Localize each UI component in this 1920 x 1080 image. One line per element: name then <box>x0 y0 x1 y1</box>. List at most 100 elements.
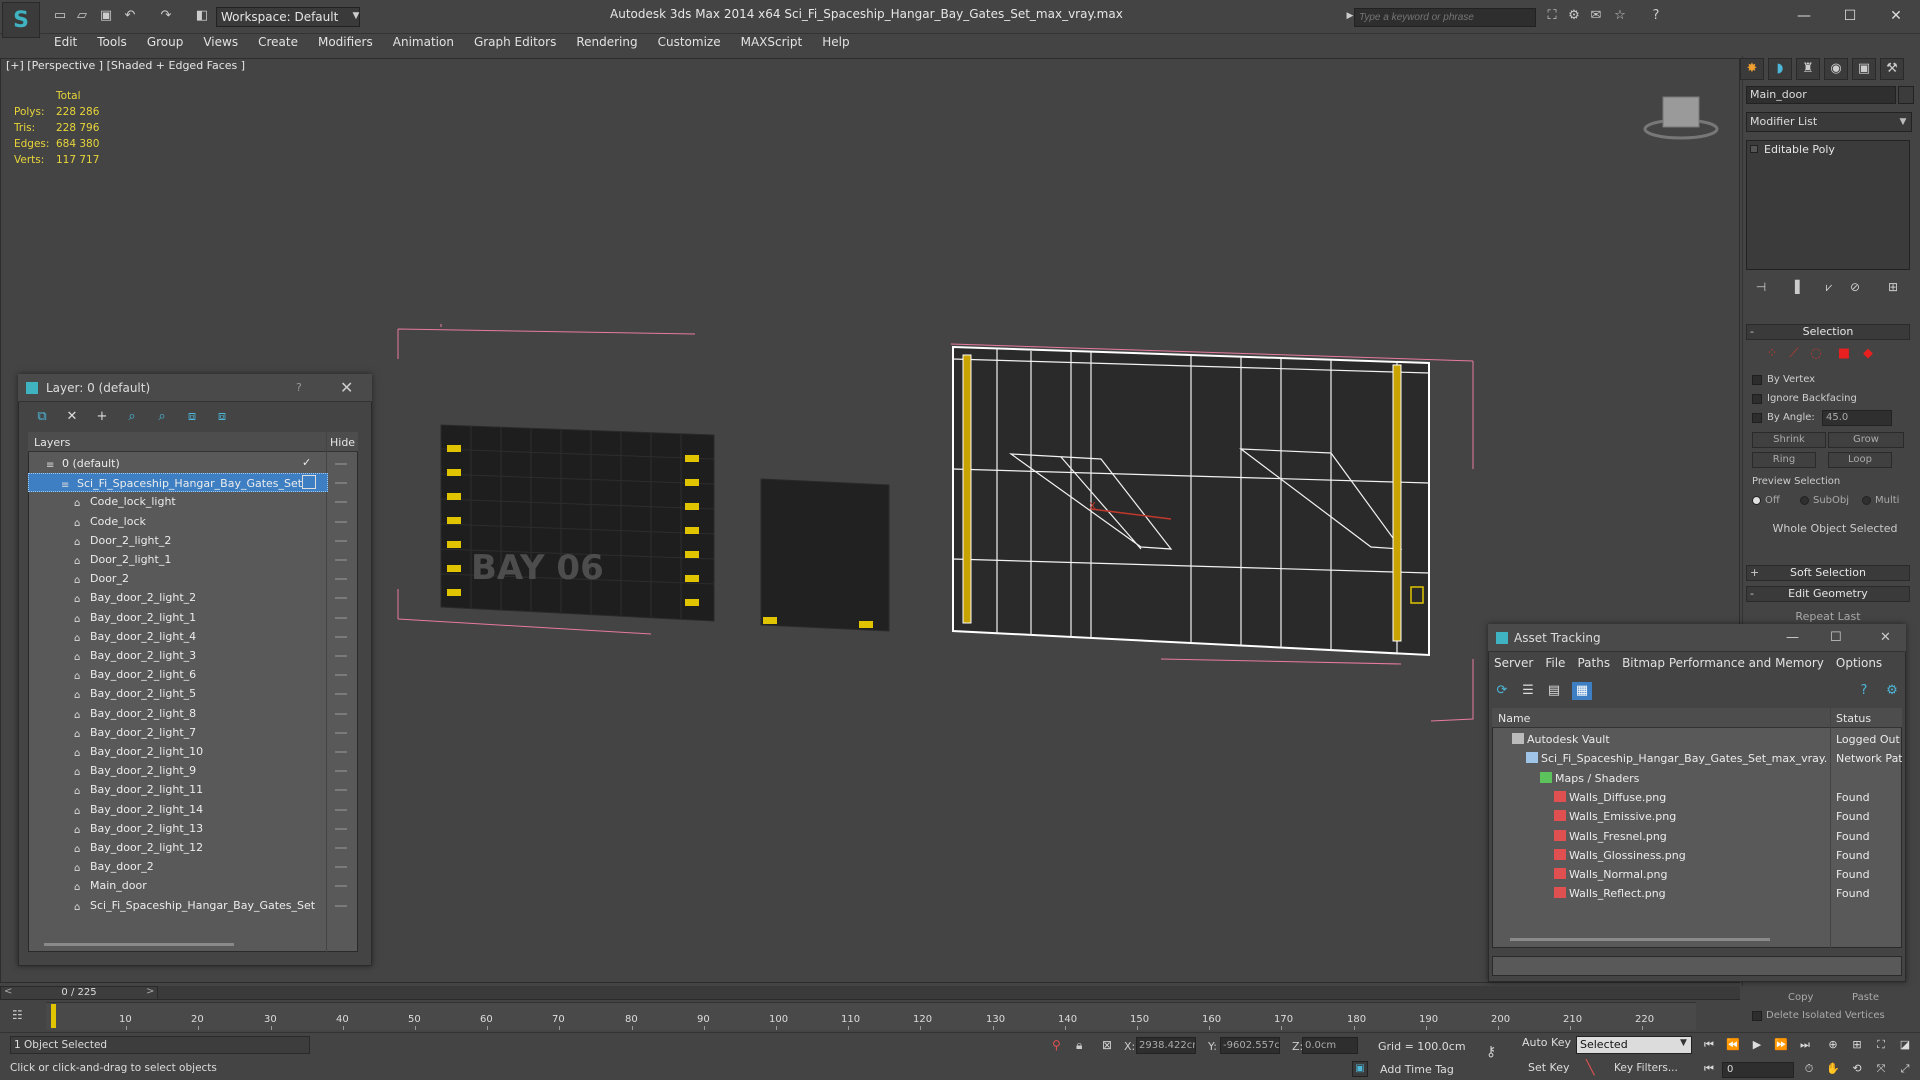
radio[interactable] <box>1800 496 1809 505</box>
field-of-view-icon[interactable]: ◪ <box>1896 1036 1914 1054</box>
hide-toggle[interactable] <box>335 655 347 657</box>
layer-row[interactable]: ⌂ Bay_door_2_light_11 <box>28 780 328 799</box>
checkbox[interactable] <box>1752 1010 1762 1021</box>
layer-row[interactable]: ⌂ Bay_door_2_light_2 <box>28 588 328 607</box>
layer-row[interactable]: ⌂ Door_2_light_1 <box>28 550 328 569</box>
menu-edit[interactable]: Edit <box>44 34 87 54</box>
column-hide[interactable]: Hide <box>330 436 355 449</box>
checkbox[interactable] <box>1752 412 1762 423</box>
expand-icon[interactable]: + <box>1750 566 1759 579</box>
set-key-tool-icon[interactable]: ╲ <box>1586 1060 1594 1076</box>
horizontal-scrollbar[interactable] <box>1510 938 1770 941</box>
hide-toggle[interactable] <box>335 732 347 734</box>
hide-toggle[interactable] <box>335 501 347 503</box>
add-to-layer-icon[interactable]: + <box>92 408 112 426</box>
hide-toggle[interactable] <box>335 674 347 676</box>
column-layers[interactable]: Layers <box>34 436 70 449</box>
hierarchy-tab-icon[interactable]: ♜ <box>1796 58 1820 80</box>
hide-toggle[interactable] <box>335 828 347 830</box>
communication-icon[interactable]: ✉ <box>1588 8 1604 24</box>
project-folder-icon[interactable]: ◧ <box>194 8 210 24</box>
layer-row[interactable]: ≡ Sci_Fi_Spaceship_Hangar_Bay_Gates_Set <box>28 473 328 492</box>
save-icon[interactable]: ▣ <box>98 8 114 24</box>
prev-frame-icon[interactable]: < <box>4 986 12 997</box>
angle-spinner[interactable]: 45.0 <box>1822 410 1892 426</box>
menu-animation[interactable]: Animation <box>383 34 464 54</box>
auto-key-button[interactable]: Auto Key <box>1522 1036 1571 1049</box>
add-time-tag-button[interactable]: Add Time Tag <box>1380 1063 1454 1076</box>
vertex-icon[interactable]: ⁘ <box>1764 346 1780 362</box>
preview-off-radio[interactable]: Off <box>1752 495 1780 506</box>
layer-row[interactable]: ⌂ Bay_door_2_light_9 <box>28 761 328 780</box>
hide-toggle[interactable] <box>335 905 347 907</box>
subscription-icon[interactable]: ⚙ <box>1566 8 1582 24</box>
redo-icon[interactable]: ↷ <box>158 8 174 24</box>
edit-geometry-rollout[interactable]: Edit Geometry <box>1746 586 1910 602</box>
radio[interactable] <box>1752 496 1761 505</box>
absolute-mode-icon[interactable]: ⊠ <box>1102 1038 1112 1052</box>
asset-row[interactable]: Maps / Shaders <box>1540 769 1828 788</box>
current-layer-indicator[interactable] <box>302 475 316 489</box>
paste-button[interactable]: Paste <box>1852 992 1879 1003</box>
layer-row[interactable]: ⌂ Main_door <box>28 876 328 895</box>
by-vertex-checkbox[interactable]: By Vertex <box>1752 374 1815 385</box>
layer-row[interactable]: ⌂ Bay_door_2_light_4 <box>28 627 328 646</box>
hide-toggle[interactable] <box>335 693 347 695</box>
asset-row[interactable]: Walls_Normal.png <box>1554 865 1828 884</box>
checkbox[interactable] <box>1752 374 1762 385</box>
time-tag-icon[interactable]: ▣ <box>1352 1061 1368 1077</box>
favorites-star-icon[interactable]: ☆ <box>1612 8 1628 24</box>
help-icon[interactable]: ? <box>1648 8 1664 24</box>
minimize-button[interactable]: — <box>1784 6 1824 26</box>
edge-icon[interactable]: ⟋ <box>1786 346 1802 362</box>
menu-customize[interactable]: Customize <box>648 34 731 54</box>
layer-row[interactable]: ⌂ Sci_Fi_Spaceship_Hangar_Bay_Gates_Set <box>28 896 328 915</box>
asset-row[interactable]: Walls_Glossiness.png <box>1554 846 1828 865</box>
key-icon[interactable]: ⚷ <box>1486 1044 1496 1060</box>
select-objects-icon[interactable]: ⌕ <box>122 408 142 426</box>
x-coordinate-field[interactable]: 2938.422cm <box>1136 1037 1196 1054</box>
hide-toggle[interactable] <box>335 866 347 868</box>
pan-icon[interactable]: ✋ <box>1824 1060 1842 1078</box>
list-view-icon[interactable]: ☰ <box>1518 682 1538 700</box>
checkbox[interactable] <box>1752 393 1762 404</box>
modifier-stack[interactable] <box>1746 140 1910 270</box>
hide-toggle[interactable] <box>335 885 347 887</box>
layer-row[interactable]: ⌂ Code_lock_light <box>28 492 328 511</box>
minimize-button[interactable]: — <box>1786 630 1799 645</box>
close-button[interactable]: ✕ <box>1876 6 1916 26</box>
new-file-icon[interactable]: ▭ <box>52 8 68 24</box>
remove-modifier-icon[interactable]: ⊘ <box>1846 278 1864 296</box>
utilities-tab-icon[interactable]: ⚒ <box>1880 58 1904 80</box>
menu-create[interactable]: Create <box>248 34 308 54</box>
asset-row[interactable]: Autodesk Vault <box>1512 730 1828 749</box>
stack-item-editable-poly[interactable]: Editable Poly <box>1750 143 1835 156</box>
hide-toggle[interactable] <box>335 482 347 484</box>
zoom-extents-icon[interactable]: ⛶ <box>1872 1036 1890 1054</box>
viewport-label[interactable]: [+] [Perspective ] [Shaded + Edged Faces… <box>6 59 245 72</box>
layer-row[interactable]: ⌂ Door_2_light_2 <box>28 531 328 550</box>
maximize-viewport-icon[interactable]: ⤢ <box>1896 1060 1914 1078</box>
repeat-last-button[interactable]: Repeat Last <box>1746 610 1910 623</box>
ignore-backfacing-checkbox[interactable]: Ignore Backfacing <box>1752 393 1857 404</box>
selection-rollout[interactable]: Selection <box>1746 324 1910 340</box>
asset-menu-paths[interactable]: Paths <box>1577 656 1610 670</box>
freeze-all-icon[interactable]: ⧈ <box>212 408 232 426</box>
hide-toggle[interactable] <box>335 559 347 561</box>
motion-tab-icon[interactable]: ◉ <box>1824 58 1848 80</box>
collapse-icon[interactable]: - <box>1750 325 1754 338</box>
maximize-button[interactable]: ☐ <box>1830 6 1870 26</box>
asset-help-icon[interactable]: ? <box>1854 682 1874 700</box>
chevron-down-icon[interactable]: ▼ <box>348 8 364 24</box>
asset-settings-icon[interactable]: ⚙ <box>1882 682 1902 700</box>
pin-stack-icon[interactable]: ⊣ <box>1752 278 1770 296</box>
hide-toggle[interactable] <box>335 597 347 599</box>
copy-button[interactable]: Copy <box>1788 992 1813 1003</box>
asset-row[interactable]: Walls_Emissive.png <box>1554 807 1828 826</box>
current-layer-indicator[interactable]: ✓ <box>302 456 316 470</box>
hide-toggle[interactable] <box>335 521 347 523</box>
asset-row[interactable]: Sci_Fi_Spaceship_Hangar_Bay_Gates_Set_ma… <box>1526 749 1828 768</box>
menu-group[interactable]: Group <box>137 34 194 54</box>
hide-toggle[interactable] <box>335 636 347 638</box>
current-frame-field[interactable]: 0 <box>1722 1062 1794 1078</box>
